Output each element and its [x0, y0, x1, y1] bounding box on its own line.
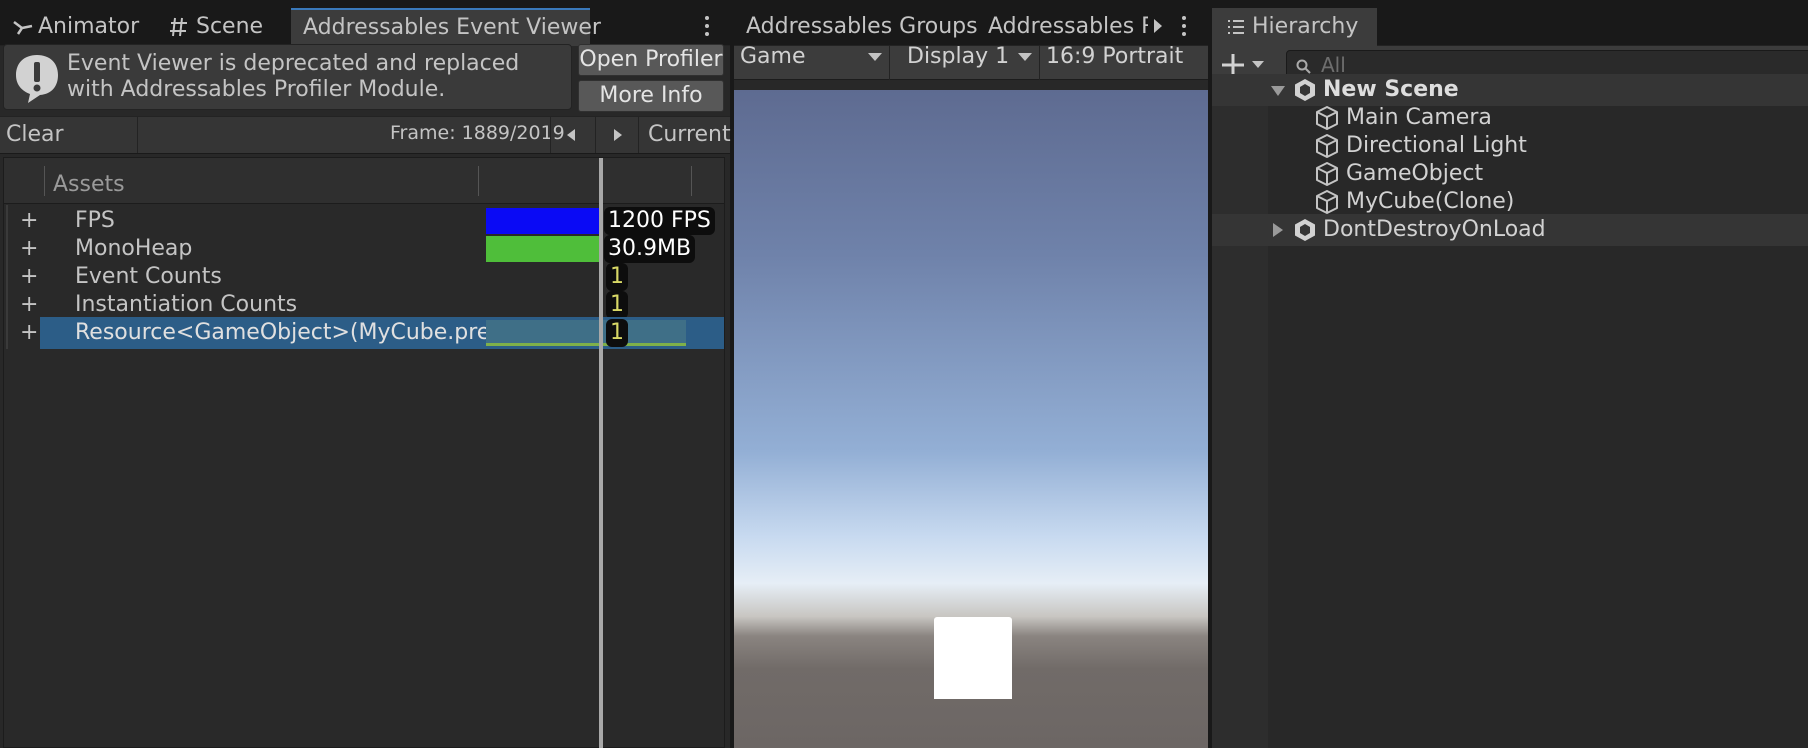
events-table: Assets + FPS 1200 FPS + MonoHeap 30.9MB … [3, 157, 725, 748]
game-panel: Addressables Groups Addressables Re Game… [734, 0, 1208, 748]
tab-hierarchy[interactable]: Hierarchy [1212, 8, 1377, 46]
notice-text: Event Viewer is deprecated and replaced … [67, 51, 520, 102]
tab-label: Hierarchy [1252, 14, 1359, 39]
tab-addressables-report[interactable]: Addressables Re [988, 8, 1148, 46]
scene-row[interactable]: DontDestroyOnLoad [1212, 214, 1808, 246]
expand-icon[interactable]: + [20, 317, 38, 349]
tab-animator[interactable]: Animator [10, 8, 140, 46]
collapse-arrow-icon[interactable] [1273, 223, 1283, 237]
table-row-selected[interactable]: + Resource<GameObject>(MyCube.prefab) 1 [4, 317, 724, 349]
event-viewer-tabbar: Animator Scene Addressables Event Viewer [0, 0, 730, 46]
gameobject-icon [1314, 133, 1340, 159]
unity-scene-icon [1292, 217, 1318, 253]
tab-scene[interactable]: Scene [166, 8, 276, 46]
display-dropdown[interactable]: Display 1 [900, 46, 1040, 80]
game-tabbar: Addressables Groups Addressables Re [734, 0, 1208, 46]
game-view-dropdown[interactable]: Game [734, 46, 890, 80]
row-label: Resource<GameObject>(MyCube.prefab) [75, 320, 535, 345]
game-viewport[interactable] [734, 90, 1208, 748]
previous-frame-button[interactable] [550, 117, 594, 153]
tab-addressables-groups[interactable]: Addressables Groups [746, 8, 978, 46]
next-frame-button[interactable] [595, 117, 639, 153]
more-info-button[interactable]: More Info [578, 80, 724, 112]
frame-counter: Frame: 1889/2019 [390, 122, 565, 144]
column-divider[interactable] [691, 166, 692, 196]
chevron-down-icon [1252, 61, 1264, 68]
column-divider[interactable] [478, 166, 479, 196]
table-body: + FPS 1200 FPS + MonoHeap 30.9MB + Event… [4, 158, 724, 748]
scene-name: DontDestroyOnLoad [1323, 217, 1546, 242]
resource-bar [486, 320, 686, 346]
arrow-right-icon [614, 129, 622, 141]
event-viewer-panel: Animator Scene Addressables Event Viewer… [0, 0, 731, 748]
current-frame-button[interactable]: Current [648, 117, 731, 153]
tab-label: Animator [38, 14, 140, 39]
panel-menu-icon[interactable] [702, 14, 712, 38]
table-header: Assets [4, 158, 724, 204]
dropdown-label: Display 1 [907, 44, 1010, 69]
gameobject-icon [1314, 161, 1340, 187]
row-value: 1 [606, 319, 628, 347]
fps-bar [486, 208, 602, 234]
chevron-down-icon [868, 53, 882, 61]
row-value: 1 [606, 291, 628, 319]
tab-addressables-event-viewer[interactable]: Addressables Event Viewer [291, 8, 601, 46]
tab-scroll-right-icon[interactable] [1148, 12, 1172, 40]
aspect-dropdown[interactable]: 16:9 Portrait [1046, 46, 1208, 80]
tab-label: Addressables Groups [746, 14, 978, 39]
panel-menu-icon[interactable] [1179, 14, 1189, 38]
tab-label: Addressables Re [988, 14, 1148, 39]
column-header-assets[interactable]: Assets [53, 172, 125, 197]
event-toolbar: Clear Events Frame: 1889/2019 Current [0, 116, 731, 183]
frame-cursor-line[interactable] [599, 158, 603, 748]
column-divider[interactable] [44, 166, 45, 196]
row-value: 1200 FPS [604, 207, 715, 235]
deprecation-notice: Event Viewer is deprecated and replaced … [3, 44, 572, 110]
expand-arrow-icon[interactable] [1271, 86, 1285, 96]
cube-object [934, 617, 1012, 699]
clear-events-button[interactable]: Clear Events [0, 117, 138, 183]
hierarchy-tree: New Scene Main Camera Directional Light … [1212, 74, 1808, 748]
gameobject-icon [1314, 105, 1340, 131]
chevron-down-icon [1018, 53, 1032, 61]
tab-label: Scene [196, 14, 264, 39]
hierarchy-tabbar: Hierarchy [1212, 0, 1808, 46]
warning-icon [12, 51, 62, 111]
dropdown-label: Game [740, 44, 806, 69]
game-toolbar: Game Display 1 16:9 Portrait [734, 46, 1208, 80]
table-left-guide [6, 205, 8, 349]
dropdown-label: 16:9 Portrait [1046, 44, 1184, 69]
tab-label: Addressables Event Viewer [303, 15, 601, 40]
open-profiler-button[interactable]: Open Profiler [578, 44, 724, 76]
row-value: 1 [606, 263, 628, 291]
arrow-left-icon [567, 129, 575, 141]
hierarchy-panel: Hierarchy All New Scene Main Camera Dire… [1212, 0, 1808, 748]
row-value: 30.9MB [604, 235, 696, 263]
gameobject-icon [1314, 189, 1340, 215]
monoheap-bar [486, 236, 602, 262]
